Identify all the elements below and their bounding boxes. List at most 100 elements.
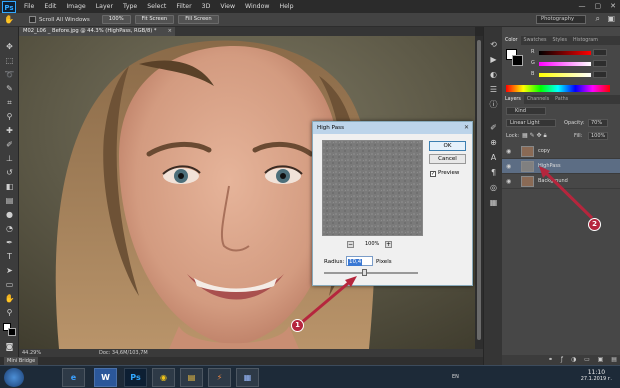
shape-tool-icon[interactable]: ▭	[3, 279, 16, 291]
tab-layers[interactable]: Layers	[502, 95, 524, 104]
close-icon[interactable]: ✕	[464, 122, 469, 134]
brush-panel-icon[interactable]: ✐	[488, 122, 499, 133]
opacity-input[interactable]: 70%	[588, 119, 608, 127]
taskbar-app-2[interactable]: ▦	[236, 368, 259, 387]
history-brush-tool-icon[interactable]: ↺	[3, 167, 16, 179]
scrollbar-thumb[interactable]	[477, 40, 481, 340]
document-tab[interactable]: M02_L06 _ Before.jpg @ 44.3% (HighPass, …	[19, 27, 175, 36]
gradient-tool-icon[interactable]: ▤	[3, 195, 16, 207]
taskbar-ie[interactable]: e	[62, 368, 85, 387]
tab-swatches[interactable]: Swatches	[521, 36, 550, 45]
info-icon[interactable]: ⓘ	[488, 99, 499, 110]
layers-footer-icons[interactable]: ⚭ ƒ ◑ ▭ ▣ ▤ 🗑︎	[502, 355, 620, 373]
zoom-in-button[interactable]: +	[385, 241, 392, 248]
close-button[interactable]: ✕	[610, 0, 616, 13]
tab-histogram[interactable]: Histogram	[570, 36, 601, 45]
eraser-tool-icon[interactable]: ◧	[3, 181, 16, 193]
mini-bridge-tab[interactable]: Mini Bridge	[4, 357, 39, 365]
blur-tool-icon[interactable]: ●	[3, 209, 16, 221]
healing-tool-icon[interactable]: ✚	[3, 125, 16, 137]
filter-preview[interactable]	[322, 140, 423, 236]
dialog-titlebar[interactable]: High Pass ✕	[313, 122, 472, 134]
adjustments-icon[interactable]: ◐	[488, 69, 499, 80]
lock-icons[interactable]: ▦ ✎ ✥ 🔒︎	[522, 132, 547, 140]
radius-input[interactable]: 10,4	[346, 256, 373, 266]
taskbar-app[interactable]: ⚡	[208, 368, 231, 387]
visibility-eye-icon[interactable]: ◉	[506, 163, 511, 170]
green-slider[interactable]: G	[531, 60, 607, 68]
crop-tool-icon[interactable]: ⌗	[3, 97, 16, 109]
taskbar-chrome[interactable]: ◉	[152, 368, 175, 387]
ok-button[interactable]: OK	[429, 141, 466, 151]
timeline-icon[interactable]: ▦	[488, 197, 499, 208]
paragraph-icon[interactable]: ¶	[488, 167, 499, 178]
search-icon[interactable]: ⌕	[596, 14, 600, 24]
properties-icon[interactable]: ☰	[488, 84, 499, 95]
vertical-scrollbar[interactable]	[475, 36, 483, 349]
visibility-eye-icon[interactable]: ◉	[506, 178, 511, 185]
zoom-level[interactable]: 44.29%	[22, 349, 41, 357]
brush-tool-icon[interactable]: ✐	[3, 139, 16, 151]
fill-input[interactable]: 100%	[588, 132, 608, 140]
marquee-tool-icon[interactable]: ⬚	[3, 55, 16, 67]
radius-slider[interactable]	[324, 269, 418, 276]
actions-icon[interactable]: ▶	[488, 54, 499, 65]
fit-screen-button[interactable]: Fit Screen	[134, 15, 175, 24]
layer-row-background[interactable]: ◉ Background	[502, 174, 620, 189]
zoom-100-button[interactable]: 100%	[101, 15, 131, 24]
tab-styles[interactable]: Styles	[549, 36, 570, 45]
clone-source-icon[interactable]: ⊕	[488, 137, 499, 148]
maximize-button[interactable]: ▢	[595, 0, 602, 13]
menu-file[interactable]: File	[19, 0, 39, 13]
menu-help[interactable]: Help	[274, 0, 298, 13]
cancel-button[interactable]: Cancel	[429, 154, 466, 164]
layer-filter-kind[interactable]: Kind	[506, 107, 546, 115]
quick-select-tool-icon[interactable]: ✎	[3, 83, 16, 95]
preview-checkbox[interactable]: ✓	[430, 171, 436, 177]
close-tab-icon[interactable]: ×	[168, 27, 172, 36]
layer-row-copy[interactable]: ◉ copy	[502, 144, 620, 159]
menu-select[interactable]: Select	[142, 0, 171, 13]
menu-view[interactable]: View	[215, 0, 240, 13]
menu-window[interactable]: Window	[240, 0, 274, 13]
pen-tool-icon[interactable]: ✒	[3, 237, 16, 249]
move-tool-icon[interactable]: ✥	[3, 41, 16, 53]
path-select-tool-icon[interactable]: ➤	[3, 265, 16, 277]
start-button[interactable]	[4, 368, 24, 387]
visibility-eye-icon[interactable]: ◉	[506, 148, 511, 155]
background-color-swatch[interactable]	[8, 328, 16, 336]
hand-tool-icon[interactable]: ✋	[3, 293, 16, 305]
tab-paths[interactable]: Paths	[552, 95, 571, 104]
menu-3d[interactable]: 3D	[197, 0, 216, 13]
blue-slider[interactable]: B	[531, 71, 607, 79]
tab-color[interactable]: Color	[502, 36, 521, 45]
lasso-tool-icon[interactable]: ➰	[3, 69, 16, 81]
workspace-select[interactable]: Photography	[536, 15, 586, 24]
menu-layer[interactable]: Layer	[91, 0, 118, 13]
dodge-tool-icon[interactable]: ◔	[3, 223, 16, 235]
taskbar-explorer[interactable]: ▤	[180, 368, 203, 387]
clock[interactable]: 11:10 27.1.2019 г.	[581, 369, 612, 383]
scroll-all-checkbox[interactable]	[29, 16, 36, 23]
color-background-swatch[interactable]	[512, 55, 523, 66]
menu-image[interactable]: Image	[61, 0, 90, 13]
menu-type[interactable]: Type	[118, 0, 142, 13]
hand-tool-icon[interactable]: ✋	[4, 15, 15, 25]
radius-slider-thumb[interactable]	[362, 269, 368, 276]
language-indicator[interactable]: EN	[452, 374, 459, 380]
quick-mask-icon[interactable]: ◙	[3, 341, 16, 353]
menu-edit[interactable]: Edit	[39, 0, 61, 13]
blue-value[interactable]	[593, 71, 607, 78]
history-icon[interactable]: ⟲	[488, 39, 499, 50]
character-icon[interactable]: A	[488, 152, 499, 163]
stamp-tool-icon[interactable]: ⊥	[3, 153, 16, 165]
fill-screen-button[interactable]: Fill Screen	[178, 15, 219, 24]
green-value[interactable]	[593, 60, 607, 67]
taskbar-photoshop[interactable]: Ps	[124, 368, 147, 387]
color-spectrum[interactable]	[506, 85, 610, 92]
blend-mode-select[interactable]: Linear Light	[506, 119, 556, 127]
navigator-icon[interactable]: ◎	[488, 182, 499, 193]
eyedropper-tool-icon[interactable]: ⚲	[3, 111, 16, 123]
zoom-tool-icon[interactable]: ⚲	[3, 307, 16, 319]
tab-channels[interactable]: Channels	[524, 95, 552, 104]
